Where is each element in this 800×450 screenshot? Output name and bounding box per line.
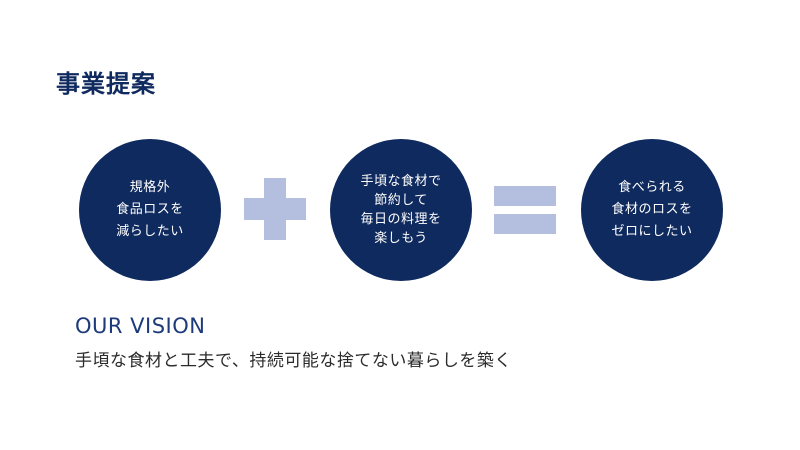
circle-text-line: 手頃な食材で <box>360 174 442 189</box>
circle-text-line: 食材のロスを <box>611 202 693 217</box>
vision-statement: 手頃な食材と工夫で、持続可能な捨てない暮らしを築く <box>75 351 512 371</box>
vision-heading: OUR VISION <box>75 314 206 338</box>
circle-text-line: 規格外 <box>129 180 171 195</box>
slide-title: 事業提案 <box>56 70 156 98</box>
equals-top-bar <box>494 186 556 206</box>
concept-circle-save-money: 手頃な食材で 節約して 毎日の料理を 楽しもう <box>330 139 472 281</box>
circle-text-line: 食品ロスを <box>116 202 184 217</box>
concept-circle-zero-loss: 食べられる 食材のロスを ゼロにしたい <box>581 139 723 281</box>
plus-vertical-bar <box>264 178 286 240</box>
circle-text-line: 節約して <box>374 193 428 208</box>
concept-circle-food-loss: 規格外 食品ロスを 減らしたい <box>79 139 221 281</box>
circle-text-line: 楽しもう <box>374 231 428 246</box>
circle-text-line: ゼロにしたい <box>611 224 693 239</box>
slide: 事業提案 規格外 食品ロスを 減らしたい 手頃な食材で 節約して 毎日の料理を … <box>0 0 800 450</box>
circle-text-line: 減らしたい <box>116 224 184 239</box>
equals-bottom-bar <box>494 214 556 234</box>
circle-text-line: 毎日の料理を <box>360 212 442 227</box>
circle-text-line: 食べられる <box>618 180 686 195</box>
